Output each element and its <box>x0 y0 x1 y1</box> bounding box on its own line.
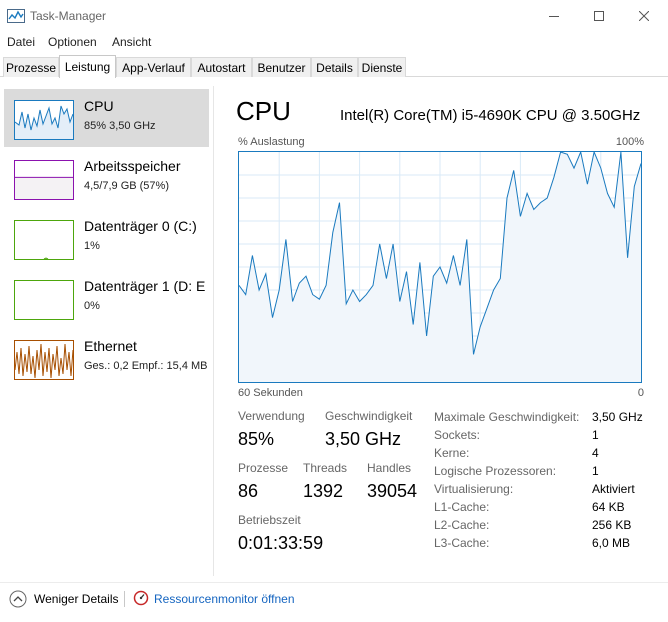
cpu-thumbnail-graph <box>14 100 74 140</box>
open-resource-monitor-link[interactable]: Ressourcenmonitor öffnen <box>154 592 295 606</box>
window-title: Task-Manager <box>30 9 107 23</box>
footer-bar: Weniger Details Ressourcenmonitor öffnen <box>0 582 668 622</box>
maximize-icon <box>594 11 604 21</box>
maximize-button[interactable] <box>576 0 622 32</box>
detail-value: 3,50 GHz <box>592 410 643 424</box>
detail-label: L3-Cache: <box>434 536 490 550</box>
sidebar-item-label: Datenträger 0 (C:) <box>84 218 197 234</box>
sidebar-item-datentraeger-0[interactable]: Datenträger 0 (C:) 1% <box>4 209 209 267</box>
sidebar-item-value: 85% 3,50 GHz <box>84 120 156 132</box>
speed-value: 3,50 GHz <box>325 429 402 449</box>
chevron-up-circle-icon[interactable] <box>9 590 27 608</box>
detail-label: L2-Cache: <box>434 518 490 532</box>
usage-value: 85% <box>238 429 275 449</box>
usage-label: Verwendung <box>238 409 305 423</box>
ethernet-thumbnail-graph <box>14 340 74 380</box>
tab-details[interactable]: Details <box>311 57 358 77</box>
sidebar-item-value: 0% <box>84 300 100 312</box>
sidebar-item-label: CPU <box>84 98 114 114</box>
uptime-value: 0:01:33:59 <box>238 533 324 553</box>
tab-dienste[interactable]: Dienste <box>358 57 406 77</box>
detail-value: 1 <box>592 428 599 442</box>
threads-value: 1392 <box>303 481 344 501</box>
memory-usage-fill <box>15 177 73 199</box>
detail-value: 256 KB <box>592 518 632 532</box>
tab-autostart[interactable]: Autostart <box>191 57 252 77</box>
graph-y-max-label: 100% <box>615 136 644 148</box>
threads-label: Threads <box>303 461 348 475</box>
disk0-thumbnail-graph <box>14 220 74 260</box>
fewer-details-button[interactable]: Weniger Details <box>34 592 118 606</box>
detail-label: Virtualisierung: <box>434 482 514 496</box>
menu-bar: Datei Optionen Ansicht <box>0 32 668 52</box>
tab-app-verlauf[interactable]: App-Verlauf <box>116 57 191 77</box>
uptime-label: Betriebszeit <box>238 513 301 527</box>
footer-separator <box>124 591 125 607</box>
sidebar-item-cpu[interactable]: CPU 85% 3,50 GHz <box>4 89 209 147</box>
handles-label: Handles <box>367 461 412 475</box>
sidebar-item-ethernet[interactable]: Ethernet Ges.: 0,2 Empf.: 15,4 MB <box>4 329 209 387</box>
cpu-model-name: Intel(R) Core(TM) i5-4690K CPU @ 3.50GHz <box>340 107 641 124</box>
minimize-button[interactable] <box>531 0 577 32</box>
page-title: CPU <box>236 96 291 126</box>
detail-value: 1 <box>592 464 599 478</box>
performance-sidebar: CPU 85% 3,50 GHz Arbeitsspeicher 4,5/7,9… <box>0 86 214 576</box>
processes-value: 86 <box>238 481 259 501</box>
menu-ansicht[interactable]: Ansicht <box>112 35 151 49</box>
tab-benutzer[interactable]: Benutzer <box>252 57 311 77</box>
tab-prozesse[interactable]: Prozesse <box>3 57 59 77</box>
menu-datei[interactable]: Datei <box>7 35 35 49</box>
handles-value: 39054 <box>367 481 418 501</box>
graph-x-right-label: 0 <box>637 387 644 399</box>
processes-label: Prozesse <box>238 461 289 475</box>
tab-leistung[interactable]: Leistung <box>59 55 116 78</box>
detail-value: 4 <box>592 446 599 460</box>
detail-label: Kerne: <box>434 446 470 460</box>
tab-bar: Prozesse Leistung App-Verlauf Autostart … <box>0 55 668 78</box>
sidebar-item-arbeitsspeicher[interactable]: Arbeitsspeicher 4,5/7,9 GB (57%) <box>4 149 209 207</box>
detail-label: Sockets: <box>434 428 481 442</box>
sidebar-item-value: 1% <box>84 240 100 252</box>
detail-value: Aktiviert <box>592 482 635 496</box>
detail-label: Maximale Geschwindigkeit: <box>434 410 580 424</box>
detail-value: 64 KB <box>592 500 625 514</box>
task-manager-icon <box>7 9 25 23</box>
graph-x-left-label: 60 Sekunden <box>238 387 303 399</box>
cpu-usage-graph <box>238 151 642 383</box>
menu-optionen[interactable]: Optionen <box>48 35 97 49</box>
title-bar: Task-Manager <box>0 0 668 32</box>
minimize-icon <box>549 16 559 17</box>
resource-monitor-icon <box>133 590 149 606</box>
sidebar-item-label: Arbeitsspeicher <box>84 158 181 174</box>
close-icon <box>639 11 649 21</box>
sidebar-item-label: Datenträger 1 (D: E <box>84 278 206 294</box>
detail-label: L1-Cache: <box>434 500 490 514</box>
detail-value: 6,0 MB <box>592 536 631 550</box>
sidebar-item-value: Ges.: 0,2 Empf.: 15,4 MB <box>84 360 208 372</box>
sidebar-item-label: Ethernet <box>84 338 137 354</box>
cpu-detail-panel: CPU Intel(R) Core(TM) i5-4690K CPU @ 3.5… <box>214 86 668 576</box>
sidebar-item-value: 4,5/7,9 GB (57%) <box>84 180 169 192</box>
speed-label: Geschwindigkeit <box>325 409 413 423</box>
memory-thumbnail-graph <box>14 160 74 200</box>
detail-label: Logische Prozessoren: <box>434 464 557 478</box>
close-button[interactable] <box>621 0 667 32</box>
graph-y-axis-label: % Auslastung <box>238 136 305 148</box>
disk1-thumbnail-graph <box>14 280 74 320</box>
sidebar-item-datentraeger-1[interactable]: Datenträger 1 (D: E 0% <box>4 269 209 327</box>
